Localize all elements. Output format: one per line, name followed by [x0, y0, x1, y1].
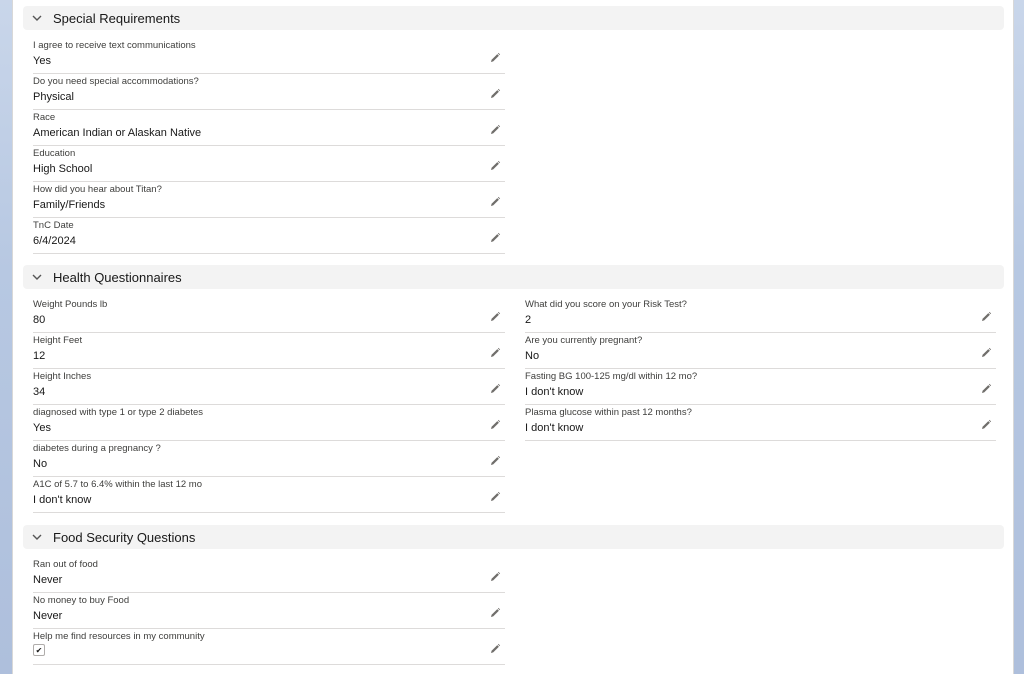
- field-gestational-diabetes: diabetes during a pregnancy ? No: [33, 441, 505, 477]
- section-title: Special Requirements: [53, 10, 181, 26]
- field-find-resources: Help me find resources in my community ✔: [33, 629, 505, 665]
- field-label: Are you currently pregnant?: [525, 335, 643, 346]
- field-value: No: [525, 350, 540, 362]
- field-label: Help me find resources in my community: [33, 631, 205, 642]
- field-label: Height Inches: [33, 371, 92, 382]
- field-label: No money to buy Food: [33, 595, 130, 606]
- field-text-communications: I agree to receive text communications Y…: [33, 38, 505, 74]
- field-value: No: [33, 458, 48, 470]
- pencil-icon[interactable]: [980, 382, 992, 394]
- field-label: Do you need special accommodations?: [33, 76, 199, 87]
- field-value: 34: [33, 386, 46, 398]
- field-label: Education: [33, 148, 76, 159]
- field-label: I agree to receive text communications: [33, 40, 196, 51]
- pencil-icon[interactable]: [489, 490, 501, 502]
- field-label: diagnosed with type 1 or type 2 diabetes: [33, 407, 204, 418]
- section-header-food-security[interactable]: Food Security Questions: [23, 525, 1004, 549]
- field-value: Yes: [33, 422, 51, 434]
- field-risk-test-score: What did you score on your Risk Test? 2: [525, 297, 996, 333]
- field-label: Fasting BG 100-125 mg/dl within 12 mo?: [525, 371, 698, 382]
- pencil-icon[interactable]: [489, 195, 501, 207]
- field-value: Yes: [33, 55, 51, 67]
- field-value: 12: [33, 350, 46, 362]
- section-title: Food Security Questions: [53, 529, 196, 545]
- field-race: Race American Indian or Alaskan Native: [33, 110, 505, 146]
- pencil-icon[interactable]: [489, 310, 501, 322]
- field-label: Height Feet: [33, 335, 83, 346]
- field-tnc-date: TnC Date 6/4/2024: [33, 218, 505, 254]
- field-value: I don't know: [525, 386, 584, 398]
- field-value: American Indian or Alaskan Native: [33, 127, 202, 139]
- field-label: What did you score on your Risk Test?: [525, 299, 687, 310]
- field-currently-pregnant: Are you currently pregnant? No: [525, 333, 996, 369]
- field-value: I don't know: [525, 422, 584, 434]
- section-header-health-questionnaires[interactable]: Health Questionnaires: [23, 265, 1004, 289]
- field-label: diabetes during a pregnancy ?: [33, 443, 161, 454]
- field-heard-about: How did you hear about Titan? Family/Fri…: [33, 182, 505, 218]
- field-value: 80: [33, 314, 46, 326]
- checkmark-icon: ✔: [35, 645, 43, 655]
- field-no-money-food: No money to buy Food Never: [33, 593, 505, 629]
- pencil-icon[interactable]: [489, 87, 501, 99]
- field-label: Race: [33, 112, 56, 123]
- field-education: Education High School: [33, 146, 505, 182]
- field-value: Family/Friends: [33, 199, 106, 211]
- pencil-icon[interactable]: [489, 570, 501, 582]
- field-label: Ran out of food: [33, 559, 98, 570]
- field-diagnosed-diabetes: diagnosed with type 1 or type 2 diabetes…: [33, 405, 505, 441]
- pencil-icon[interactable]: [489, 51, 501, 63]
- field-value: 6/4/2024: [33, 235, 76, 247]
- field-value: High School: [33, 163, 93, 175]
- chevron-down-icon: [31, 271, 43, 283]
- chevron-down-icon: [31, 531, 43, 543]
- field-label: How did you hear about Titan?: [33, 184, 162, 195]
- record-detail-panel: Special Requirements I agree to receive …: [12, 0, 1014, 674]
- chevron-down-icon: [31, 12, 43, 24]
- field-fasting-bg: Fasting BG 100-125 mg/dl within 12 mo? I…: [525, 369, 996, 405]
- section-header-special-requirements[interactable]: Special Requirements: [23, 6, 1004, 30]
- pencil-icon[interactable]: [980, 310, 992, 322]
- field-value: 2: [525, 314, 532, 326]
- pencil-icon[interactable]: [489, 231, 501, 243]
- pencil-icon[interactable]: [489, 346, 501, 358]
- field-value: I don't know: [33, 494, 92, 506]
- pencil-icon[interactable]: [489, 123, 501, 135]
- pencil-icon[interactable]: [489, 382, 501, 394]
- field-ran-out-of-food: Ran out of food Never: [33, 557, 505, 593]
- resources-checkbox[interactable]: ✔: [33, 644, 45, 656]
- field-label: A1C of 5.7 to 6.4% within the last 12 mo: [33, 479, 202, 490]
- field-special-accommodations: Do you need special accommodations? Phys…: [33, 74, 505, 110]
- field-weight: Weight Pounds lb 80: [33, 297, 505, 333]
- pencil-icon[interactable]: [980, 346, 992, 358]
- pencil-icon[interactable]: [489, 418, 501, 430]
- field-height-inches: Height Inches 34: [33, 369, 505, 405]
- pencil-icon[interactable]: [489, 642, 501, 654]
- pencil-icon[interactable]: [980, 418, 992, 430]
- field-plasma-glucose: Plasma glucose within past 12 months? I …: [525, 405, 996, 441]
- field-value: Never: [33, 610, 63, 622]
- field-value: Physical: [33, 91, 74, 103]
- pencil-icon[interactable]: [489, 606, 501, 618]
- field-value: Never: [33, 574, 63, 586]
- field-label: Plasma glucose within past 12 months?: [525, 407, 692, 418]
- pencil-icon[interactable]: [489, 159, 501, 171]
- field-label: Weight Pounds lb: [33, 299, 108, 310]
- field-a1c: A1C of 5.7 to 6.4% within the last 12 mo…: [33, 477, 505, 513]
- section-title: Health Questionnaires: [53, 269, 182, 285]
- field-height-feet: Height Feet 12: [33, 333, 505, 369]
- field-label: TnC Date: [33, 220, 74, 231]
- pencil-icon[interactable]: [489, 454, 501, 466]
